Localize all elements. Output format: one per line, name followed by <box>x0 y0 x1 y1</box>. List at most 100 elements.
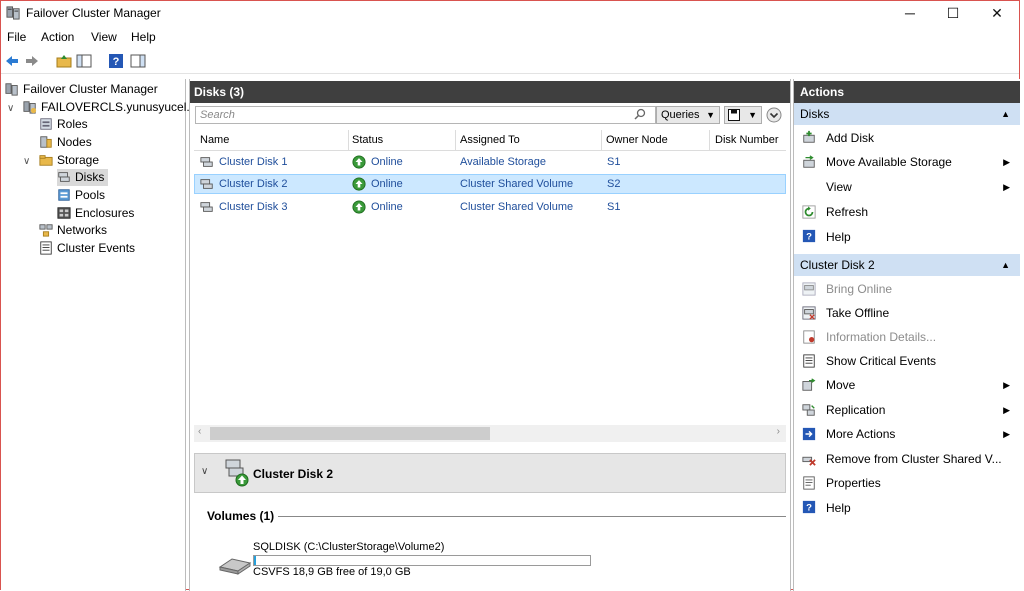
submenu-arrow-icon: ▶ <box>1003 157 1010 167</box>
tree-item-networks[interactable]: Networks <box>39 222 107 239</box>
results-pane: Disks (3) Search Queries ▼ ▼ Name Status… <box>189 79 791 591</box>
action-add-disk[interactable]: Add Disk <box>826 131 874 145</box>
show-hide-tree-icon[interactable] <box>76 53 92 69</box>
menu-view[interactable]: View <box>91 30 117 44</box>
tree-item-label: Pools <box>75 188 106 202</box>
networks-icon <box>39 224 53 237</box>
collapse-up-icon[interactable]: ▲ <box>1001 103 1010 125</box>
dropdown-arrow-icon: ▼ <box>706 110 715 120</box>
information-details-icon <box>803 330 815 344</box>
action-refresh[interactable]: Refresh <box>826 205 868 219</box>
expand-collapse-icon[interactable] <box>766 107 782 123</box>
online-status-icon <box>352 177 366 191</box>
menu-help[interactable]: Help <box>131 30 156 44</box>
column-header-status[interactable]: Status <box>352 134 383 146</box>
title-bar: Failover Cluster Manager ─ ☐ ✕ <box>1 1 1019 25</box>
minimize-button[interactable]: ─ <box>887 1 933 25</box>
show-hide-action-pane-icon[interactable] <box>130 53 146 69</box>
actions-section-cluster-disk-2[interactable]: Cluster Disk 2 ▲ <box>794 254 1020 276</box>
tree-root-label: Failover Cluster Manager <box>23 82 158 96</box>
table-row-selected[interactable]: Cluster Disk 2 Online Cluster Shared Vol… <box>194 174 786 194</box>
action-take-offline[interactable]: Take Offline <box>826 306 889 320</box>
volume-name[interactable]: SQLDISK (C:\ClusterStorage\Volume2) <box>253 541 444 553</box>
tree-item-pools[interactable]: Pools <box>57 187 105 204</box>
disk-assigned-to: Cluster Shared Volume <box>460 201 574 213</box>
svg-text:?: ? <box>806 232 812 243</box>
app-window: Failover Cluster Manager ─ ☐ ✕ File Acti… <box>0 0 1020 591</box>
search-input[interactable]: Search <box>195 106 656 124</box>
action-more-actions[interactable]: More Actions <box>826 427 895 441</box>
properties-icon <box>803 476 815 490</box>
volume-usage-fill <box>254 556 256 565</box>
tree-item-roles[interactable]: Roles <box>39 116 88 133</box>
volume-info: CSVFS 18,9 GB free of 19,0 GB <box>253 566 411 578</box>
disk-owner-node: S1 <box>607 201 621 213</box>
nodes-icon <box>40 136 52 148</box>
chevron-down-icon[interactable]: ∨ <box>23 156 30 167</box>
tree-item-label: Roles <box>57 117 88 131</box>
actions-section-disks[interactable]: Disks ▲ <box>794 103 1020 125</box>
action-replication[interactable]: Replication <box>826 403 885 417</box>
window-title: Failover Cluster Manager <box>26 6 161 20</box>
menu-file[interactable]: File <box>7 30 26 44</box>
action-help-disk[interactable]: Help <box>826 501 851 515</box>
column-header-name[interactable]: Name <box>200 134 229 146</box>
horizontal-scrollbar[interactable]: ‹ › <box>194 425 786 442</box>
chevron-down-icon[interactable]: ∨ <box>201 466 208 477</box>
scroll-left-icon[interactable]: ‹ <box>198 426 201 437</box>
volume-usage-bar <box>253 555 591 566</box>
close-button[interactable]: ✕ <box>974 1 1020 25</box>
queries-label: Queries <box>661 109 700 121</box>
tree-item-storage[interactable]: Storage <box>39 152 99 169</box>
section-title: Cluster Disk 2 <box>800 258 875 272</box>
save-query-button[interactable]: ▼ <box>724 106 762 124</box>
tree-item-disks[interactable]: Disks <box>57 169 109 186</box>
column-header-owner-node[interactable]: Owner Node <box>606 134 668 146</box>
help-icon: ? <box>802 229 816 243</box>
action-move[interactable]: Move <box>826 378 855 392</box>
action-show-critical-events[interactable]: Show Critical Events <box>826 354 936 368</box>
tree-item-label: Cluster Events <box>57 241 136 255</box>
scrollbar-thumb[interactable] <box>210 427 490 440</box>
queries-button[interactable]: Queries ▼ <box>656 106 720 124</box>
tree-cluster[interactable]: FAILOVERCLS.yunusyucel.c <box>23 99 196 116</box>
column-header-assigned-to[interactable]: Assigned To <box>460 134 520 146</box>
tree-root[interactable]: Failover Cluster Manager <box>5 81 158 98</box>
action-move-available-storage[interactable]: Move Available Storage <box>826 155 952 169</box>
online-status-icon <box>352 200 366 214</box>
chevron-down-icon[interactable]: ∨ <box>7 103 14 114</box>
action-view[interactable]: View <box>826 180 852 194</box>
table-row[interactable]: Cluster Disk 1 Online Available Storage … <box>194 152 786 172</box>
disk-name: Cluster Disk 3 <box>219 201 288 213</box>
pools-icon <box>58 189 70 201</box>
collapse-up-icon[interactable]: ▲ <box>1001 254 1010 276</box>
action-properties[interactable]: Properties <box>826 476 881 490</box>
submenu-arrow-icon: ▶ <box>1003 182 1010 192</box>
take-offline-icon <box>802 306 816 320</box>
action-remove-from-csv[interactable]: Remove from Cluster Shared V... <box>826 452 1002 466</box>
tree-item-label: Storage <box>57 153 100 167</box>
volume-drive-icon <box>218 558 252 575</box>
tree-item-cluster-events[interactable]: Cluster Events <box>39 240 135 257</box>
up-folder-icon[interactable] <box>56 53 72 69</box>
tree-item-label: Disks <box>75 170 105 184</box>
column-header-disk-number[interactable]: Disk Number <box>715 134 779 146</box>
action-information-details[interactable]: Information Details... <box>826 330 936 344</box>
forward-icon[interactable] <box>24 53 40 69</box>
detail-panel-header: ∨ Cluster Disk 2 <box>194 453 786 493</box>
menu-action[interactable]: Action <box>41 30 74 44</box>
tree-item-enclosures[interactable]: Enclosures <box>57 205 134 222</box>
help-icon[interactable]: ? <box>108 53 124 69</box>
more-actions-icon <box>802 427 816 441</box>
cluster-manager-icon <box>5 83 18 96</box>
tree-item-label: Networks <box>57 223 108 237</box>
back-icon[interactable] <box>4 53 20 69</box>
scroll-right-icon[interactable]: › <box>777 426 780 437</box>
action-help[interactable]: Help <box>826 230 851 244</box>
cluster-disk-large-icon <box>225 459 249 487</box>
table-row[interactable]: Cluster Disk 3 Online Cluster Shared Vol… <box>194 197 786 217</box>
maximize-button[interactable]: ☐ <box>930 1 976 25</box>
search-icon[interactable] <box>634 108 646 120</box>
tree-item-nodes[interactable]: Nodes <box>39 134 92 151</box>
action-bring-online[interactable]: Bring Online <box>826 282 892 296</box>
